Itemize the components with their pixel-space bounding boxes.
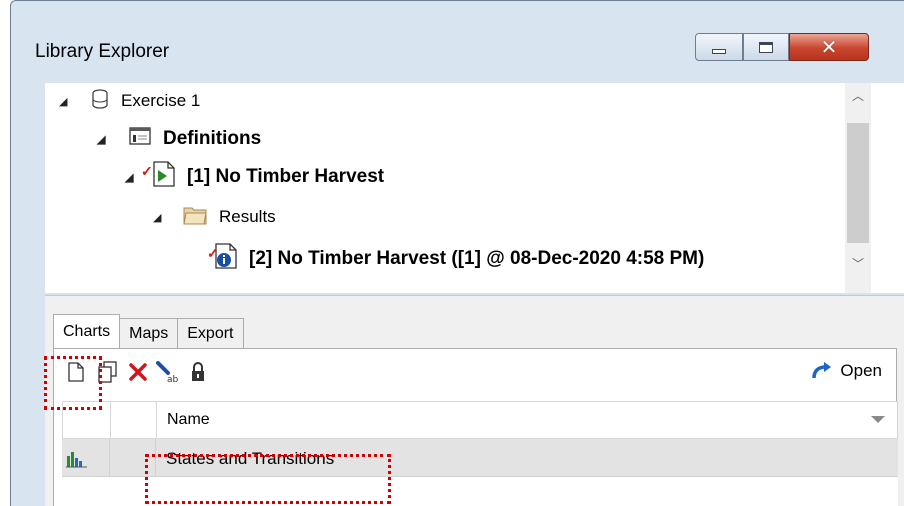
svg-text:ab: ab [167,375,179,383]
delete-icon [129,363,147,381]
close-icon: ✕ [820,35,838,59]
row-icon-cell [62,439,110,477]
library-tree: ◢ Exercise 1 ◢ Definitions ◢ ✓ [1] No Ti… [45,83,904,293]
rename-chart-button[interactable]: ab [156,360,180,384]
scroll-down-icon[interactable]: ﹀ [845,255,871,272]
minimize-button[interactable] [695,33,743,61]
header-cell-status [111,402,157,440]
tab-strip: Charts Maps Export [53,314,244,348]
copy-icon [98,361,117,383]
close-button[interactable]: ✕ [789,33,869,61]
grid-header: Name [62,401,898,440]
lock-chart-button[interactable] [186,360,210,384]
tree-label-result: [2] No Timber Harvest ([1] @ 08-Dec-2020… [249,248,705,269]
open-chart-button[interactable]: Open [810,361,882,381]
tree-node-results[interactable]: ◢ Results [153,199,276,235]
header-cell-icon [63,402,111,440]
open-arrow-icon [812,362,832,379]
tree-label-library: Exercise 1 [121,91,201,110]
maximize-icon [759,41,773,53]
table-row[interactable]: States and Transitions [62,439,898,477]
collapse-arrow-icon[interactable]: ◢ [97,133,111,146]
scroll-up-icon[interactable]: ︿ [845,87,871,104]
maximize-button[interactable] [743,33,789,61]
charts-tab-content: ab Open Name States and Transitions [53,348,898,506]
tree-label-scenario: [1] No Timber Harvest [187,166,385,187]
column-dropdown-icon[interactable] [871,416,885,423]
tree-scrollbar[interactable]: ︿ ﹀ [845,83,871,293]
tab-maps[interactable]: Maps [119,318,179,348]
database-icon [91,88,109,114]
window-title: Library Explorer [35,41,170,62]
collapse-arrow-icon[interactable]: ◢ [59,95,73,108]
new-icon [68,362,84,382]
minimize-icon [712,48,726,54]
collapse-arrow-icon[interactable]: ◢ [153,211,167,224]
tab-charts-label: Charts [63,322,111,340]
bar-chart-icon [66,452,87,468]
checkmark-icon: ✓ [141,163,153,179]
tree-label-results: Results [219,207,276,226]
tree-label-definitions: Definitions [163,128,262,149]
tab-charts[interactable]: Charts [53,314,121,348]
results-panel: Charts Maps Export ab Open Name States a… [45,295,904,506]
tree-node-scenario[interactable]: ◢ ✓ [1] No Timber Harvest [125,159,384,195]
delete-chart-button[interactable] [126,360,150,384]
new-chart-button[interactable] [64,360,88,384]
scrollbar-thumb[interactable] [847,123,869,243]
tree-node-definitions[interactable]: ◢ Definitions [97,121,261,157]
charts-toolbar: ab Open [58,355,894,389]
collapse-arrow-icon[interactable]: ◢ [125,171,139,184]
chart-name: States and Transitions [166,449,335,468]
rename-icon: ab [156,361,179,383]
header-name[interactable]: Name [167,411,210,429]
tree-node-library[interactable]: ◢ Exercise 1 [59,83,200,119]
title-bar[interactable]: Library Explorer ✕ [11,1,904,83]
tab-maps-label: Maps [129,324,169,342]
copy-chart-button[interactable] [96,360,120,384]
row-status-cell [110,439,156,477]
tab-export-label: Export [187,324,234,342]
tree-node-result[interactable]: ✓ [2] No Timber Harvest ([1] @ 08-Dec-20… [205,241,704,277]
charts-grid: Name States and Transitions [62,401,898,506]
scenario-icon [153,161,175,193]
open-label: Open [840,361,882,380]
folder-icon [183,205,207,230]
tab-export[interactable]: Export [177,318,244,348]
checkmark-icon: ✓ [207,245,219,261]
library-explorer-window: Library Explorer ✕ ◢ Exercise 1 ◢ Defini… [10,0,904,506]
lock-icon [192,362,204,381]
definitions-icon [129,127,151,151]
